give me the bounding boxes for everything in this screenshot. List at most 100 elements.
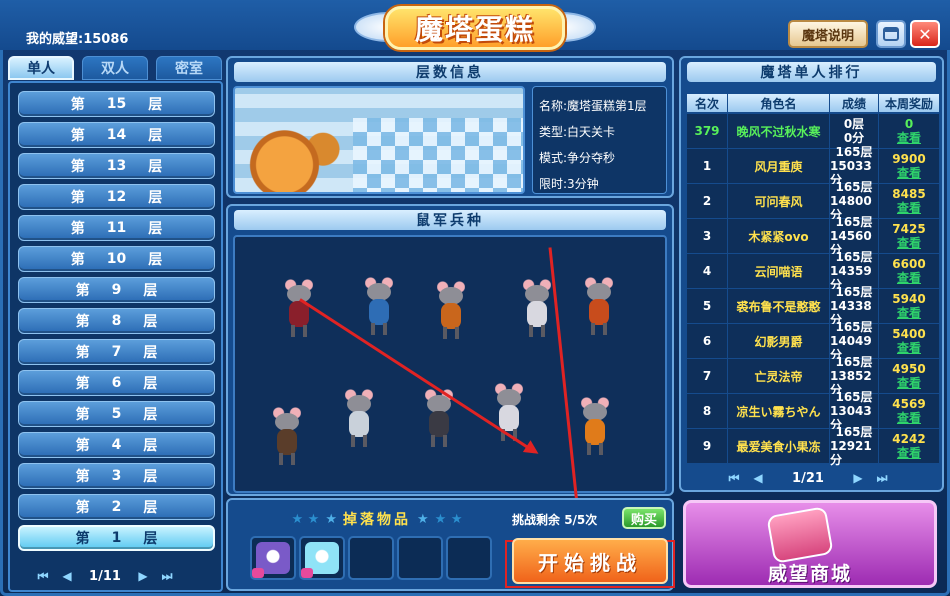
floor-page-indicator: 1/11 xyxy=(89,568,121,584)
prestige-shop-button[interactable]: 威望商城 xyxy=(683,500,937,588)
next-page-icon[interactable]: ▶ xyxy=(849,470,867,486)
drops-title: 掉落物品 xyxy=(343,512,411,528)
floor-reached: 165层 xyxy=(835,355,873,369)
rank-number: 2 xyxy=(687,184,727,218)
floor-pager: ⏮ ◀ 1/11 ▶ ⏭ xyxy=(34,566,176,586)
floor-button[interactable]: 第 9 层 xyxy=(18,277,215,303)
weekly-reward: 7425 xyxy=(892,222,926,236)
floor-button[interactable]: 第 14 层 xyxy=(18,122,215,148)
view-link[interactable]: 查看 xyxy=(897,446,921,460)
ranking-row: 3 木紧紧ovo 165层 14560分 7425 查看 xyxy=(687,215,940,257)
floor-reached: 165层 xyxy=(835,145,873,159)
score-cell: 165层 15033分 xyxy=(830,145,878,187)
drop-slot[interactable] xyxy=(250,536,296,580)
ranking-pager: ⏮ ◀ 1/21 ▶ ⏭ xyxy=(725,468,891,488)
floor-label: 层 xyxy=(143,531,158,547)
floor-button[interactable]: 第 4 层 xyxy=(18,432,215,458)
floor-button[interactable]: 第 1 层 xyxy=(18,525,215,551)
floor-button[interactable]: 第 3 层 xyxy=(18,463,215,489)
floor-number: 7 xyxy=(111,344,122,360)
floor-reached: 165层 xyxy=(835,215,873,229)
rank-number: 8 xyxy=(687,394,727,428)
star-icon: ★ ★ xyxy=(291,511,320,527)
floor-type: 类型:白天关卡 xyxy=(539,125,616,139)
weekly-reward: 4950 xyxy=(892,362,926,376)
ranking-row: 7 亡灵法帝 165层 13852分 4950 查看 xyxy=(687,355,940,397)
view-link[interactable]: 查看 xyxy=(897,306,921,320)
first-page-icon[interactable]: ⏮ xyxy=(34,568,52,584)
view-link[interactable]: 查看 xyxy=(897,341,921,355)
floor-label: 层 xyxy=(148,252,163,268)
view-link[interactable]: 查看 xyxy=(897,201,921,215)
floor-label: 第 xyxy=(75,531,90,547)
game-title: 魔塔蛋糕 xyxy=(414,13,535,46)
floor-label: 层 xyxy=(143,469,158,485)
troops-title: 鼠军兵种 xyxy=(234,210,666,230)
mode-tabs: 单人 双人 密室 xyxy=(8,56,223,80)
first-page-icon[interactable]: ⏮ xyxy=(725,470,743,486)
tab-double[interactable]: 双人 xyxy=(82,56,148,80)
weekly-reward: 5940 xyxy=(892,292,926,306)
player-name: 云间喵语 xyxy=(728,254,829,288)
floor-label: 层 xyxy=(148,190,163,206)
remaining-count: 5/5次 xyxy=(564,513,598,527)
floor-button[interactable]: 第 2 层 xyxy=(18,494,215,520)
floor-button[interactable]: 第 5 层 xyxy=(18,401,215,427)
floor-button[interactable]: 第 7 层 xyxy=(18,339,215,365)
game-logo: 魔塔蛋糕 xyxy=(290,6,660,52)
view-link[interactable]: 查看 xyxy=(897,411,921,425)
view-link[interactable]: 查看 xyxy=(897,376,921,390)
reward-cell: 5400 查看 xyxy=(879,324,939,358)
score-cell: 165层 13043分 xyxy=(830,390,878,432)
floor-number: 8 xyxy=(111,313,122,329)
floor-label: 层 xyxy=(143,407,158,423)
floor-label: 层 xyxy=(143,345,158,361)
player-name: 最爱美食小果冻 xyxy=(728,429,829,463)
floor-label: 层 xyxy=(148,221,163,237)
window-icon[interactable] xyxy=(876,20,906,48)
close-button[interactable]: ✕ xyxy=(910,20,940,48)
score-cell: 165层 14338分 xyxy=(830,285,878,327)
player-name: 风月重庾 xyxy=(728,149,829,183)
last-page-icon[interactable]: ⏭ xyxy=(158,568,176,584)
weekly-reward: 5400 xyxy=(892,327,926,341)
last-page-icon[interactable]: ⏭ xyxy=(873,470,891,486)
rat-soldier-icon xyxy=(339,387,379,449)
rank-number: 5 xyxy=(687,289,727,323)
tower-help-button[interactable]: 魔塔说明 xyxy=(788,20,868,48)
floor-button[interactable]: 第 8 层 xyxy=(18,308,215,334)
floor-reached: 165层 xyxy=(835,285,873,299)
weekly-reward: 4242 xyxy=(892,432,926,446)
rat-soldier-icon xyxy=(267,405,307,467)
floor-label: 第 xyxy=(75,407,90,423)
buy-attempts-button[interactable]: 购买 xyxy=(622,507,666,529)
floor-label: 层 xyxy=(148,128,163,144)
prev-page-icon[interactable]: ◀ xyxy=(58,568,76,584)
floor-button[interactable]: 第 12 层 xyxy=(18,184,215,210)
view-link[interactable]: 查看 xyxy=(897,271,921,285)
prestige-shop-label: 威望商城 xyxy=(767,563,852,585)
floor-label: 第 xyxy=(75,500,90,516)
drop-slot[interactable] xyxy=(397,536,443,580)
floor-button[interactable]: 第 10 层 xyxy=(18,246,215,272)
view-link[interactable]: 查看 xyxy=(897,236,921,250)
drop-slot[interactable] xyxy=(446,536,492,580)
ranking-row: 9 最爱美食小果冻 165层 12921分 4242 查看 xyxy=(687,425,940,467)
floor-button[interactable]: 第 6 层 xyxy=(18,370,215,396)
floor-button[interactable]: 第 11 层 xyxy=(18,215,215,241)
view-link[interactable]: 查看 xyxy=(897,131,921,145)
drop-slot[interactable] xyxy=(348,536,394,580)
prev-page-icon[interactable]: ◀ xyxy=(749,470,767,486)
drop-slot[interactable] xyxy=(299,536,345,580)
tab-single[interactable]: 单人 xyxy=(8,56,74,80)
start-challenge-button[interactable]: 开始挑战 xyxy=(512,538,668,584)
score-cell: 165层 13852分 xyxy=(830,355,878,397)
player-name: 裘布鲁不是憨憨 xyxy=(728,289,829,323)
floor-number: 3 xyxy=(111,468,122,484)
tab-secret-room[interactable]: 密室 xyxy=(156,56,222,80)
view-link[interactable]: 查看 xyxy=(897,166,921,180)
floor-button[interactable]: 第 13 层 xyxy=(18,153,215,179)
next-page-icon[interactable]: ▶ xyxy=(134,568,152,584)
floor-label: 第 xyxy=(70,252,85,268)
floor-button[interactable]: 第 15 层 xyxy=(18,91,215,117)
